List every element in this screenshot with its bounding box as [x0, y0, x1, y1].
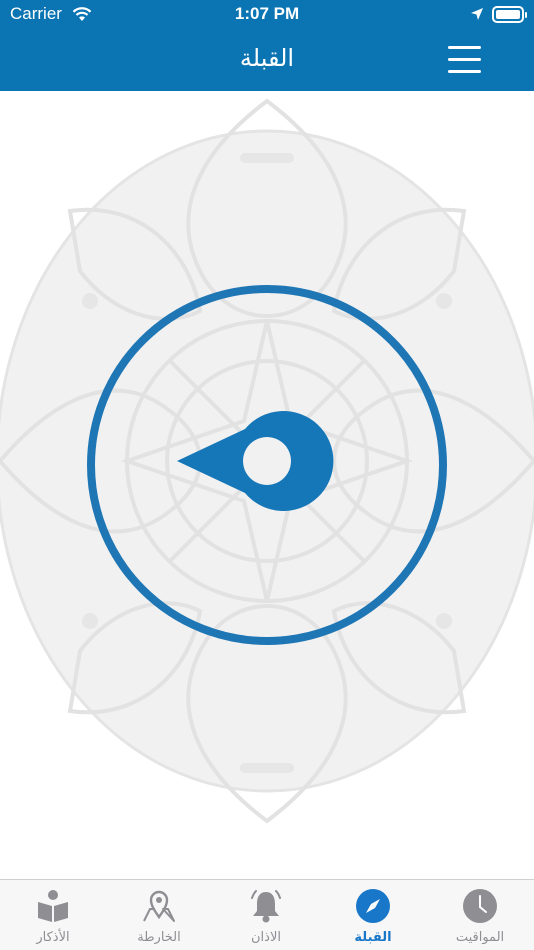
location-arrow-icon	[471, 8, 483, 20]
status-bar: Carrier 1:07 PM	[0, 0, 534, 30]
book-reader-icon	[38, 890, 68, 922]
bell-icon	[251, 890, 281, 923]
tab-bar: المواقيت القبلة الاذان الخارطة الأذكار	[0, 879, 534, 950]
tab-label: المواقيت	[455, 930, 505, 945]
status-time: 1:07 PM	[234, 4, 300, 23]
tab-prayer-times[interactable]: المواقيت	[427, 880, 533, 950]
compass-ring	[87, 285, 447, 645]
qibla-pointer-icon	[177, 411, 334, 511]
tab-label: الاذان	[251, 930, 281, 945]
tab-label: الخارطة	[137, 930, 181, 945]
qibla-screen	[0, 91, 534, 879]
navigation-bar: القبلة	[0, 30, 534, 91]
hamburger-menu-icon[interactable]	[446, 44, 484, 76]
qibla-compass	[87, 285, 447, 645]
tab-qibla[interactable]: القبلة	[320, 880, 426, 950]
clock-icon	[463, 889, 497, 923]
tab-adhan[interactable]: الاذان	[213, 880, 319, 950]
tab-adhkar[interactable]: الأذكار	[0, 880, 106, 950]
tab-map[interactable]: الخارطة	[106, 880, 212, 950]
battery-icon	[492, 6, 527, 23]
map-pin-icon	[143, 890, 175, 922]
tab-label: الأذكار	[36, 930, 70, 945]
tab-label: القبلة	[354, 930, 392, 945]
compass-icon	[356, 889, 390, 923]
